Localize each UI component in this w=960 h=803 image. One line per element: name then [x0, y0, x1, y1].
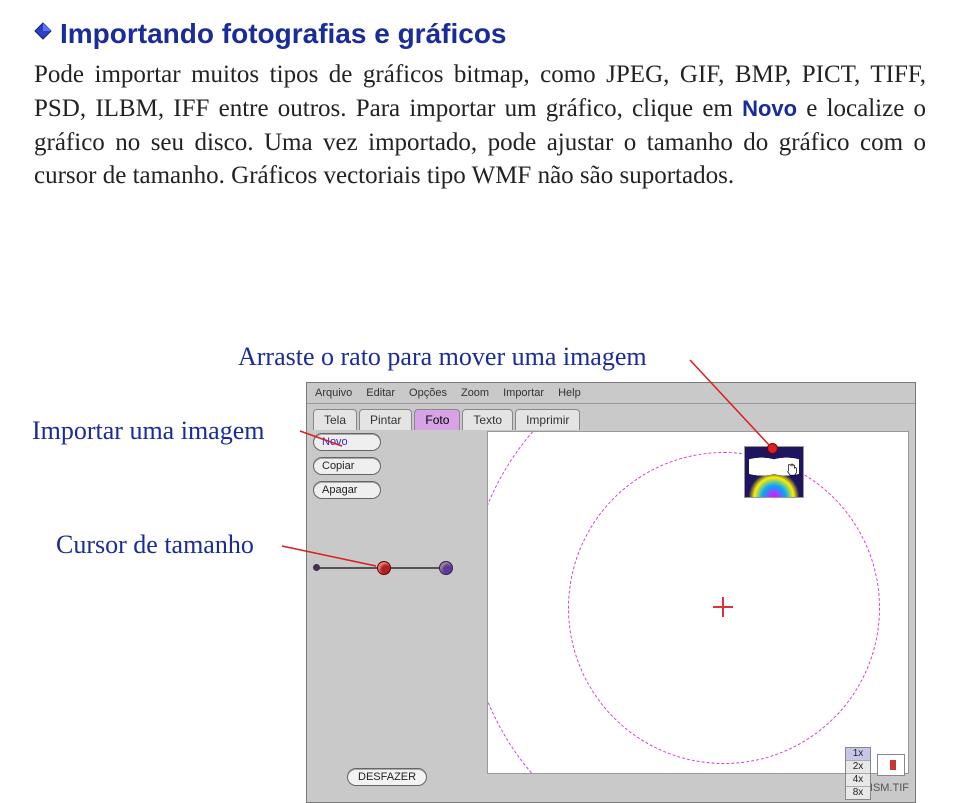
slider-handle-icon[interactable]	[377, 561, 391, 575]
tab-foto[interactable]: Foto	[414, 409, 460, 430]
menu-editar[interactable]: Editar	[366, 387, 395, 399]
slider-endpoint-left-icon	[313, 564, 320, 571]
caption-size-cursor: Cursor de tamanho	[56, 530, 254, 560]
sidebar: Novo Copiar Apagar	[313, 433, 381, 505]
zoom-1x[interactable]: 1x	[846, 748, 870, 760]
novo-button[interactable]: Novo	[313, 433, 381, 451]
heading-text: Importando fotografias e gráficos	[60, 18, 507, 49]
zoom-4x[interactable]: 4x	[846, 773, 870, 786]
menu-zoom[interactable]: Zoom	[461, 387, 489, 399]
tab-imprimir[interactable]: Imprimir	[515, 409, 580, 430]
imported-image-thumbnail[interactable]	[744, 446, 804, 498]
zoom-2x[interactable]: 2x	[846, 760, 870, 773]
diamond-bullet-icon	[34, 22, 52, 40]
section-heading: Importando fotografias e gráficos	[34, 18, 926, 50]
zoom-8x[interactable]: 8x	[846, 786, 870, 799]
caption-import: Importar uma imagem	[32, 416, 264, 446]
embedded-app-screenshot: Arquivo Editar Opções Zoom Importar Help…	[306, 382, 916, 803]
body-paragraph: Pode importar muitos tipos de gráficos b…	[34, 58, 926, 193]
apagar-button[interactable]: Apagar	[313, 481, 381, 499]
tab-tela[interactable]: Tela	[313, 409, 357, 430]
menu-importar[interactable]: Importar	[503, 387, 544, 399]
slider-endpoint-right-icon	[439, 561, 453, 575]
desfazer-button[interactable]: DESFAZER	[347, 768, 427, 786]
tab-pintar[interactable]: Pintar	[359, 409, 412, 430]
tabbar: Tela Pintar Foto Texto Imprimir	[307, 404, 915, 430]
hand-cursor-icon	[785, 463, 799, 477]
tab-texto[interactable]: Texto	[462, 409, 513, 430]
center-crosshair-icon	[713, 597, 733, 617]
caption-drag: Arraste o rato para mover uma imagem	[238, 342, 647, 372]
size-slider[interactable]	[313, 553, 463, 583]
undo-area: DESFAZER	[347, 768, 427, 792]
menu-opcoes[interactable]: Opções	[409, 387, 447, 399]
flag-icon[interactable]	[877, 754, 905, 776]
menu-arquivo[interactable]: Arquivo	[315, 387, 352, 399]
canvas[interactable]	[487, 431, 909, 774]
keyword-novo: Novo	[742, 96, 797, 121]
copiar-button[interactable]: Copiar	[313, 457, 381, 475]
zoom-selector[interactable]: 1x 2x 4x 8x	[845, 747, 871, 800]
menubar: Arquivo Editar Opções Zoom Importar Help	[307, 383, 915, 404]
menu-help[interactable]: Help	[558, 387, 581, 399]
